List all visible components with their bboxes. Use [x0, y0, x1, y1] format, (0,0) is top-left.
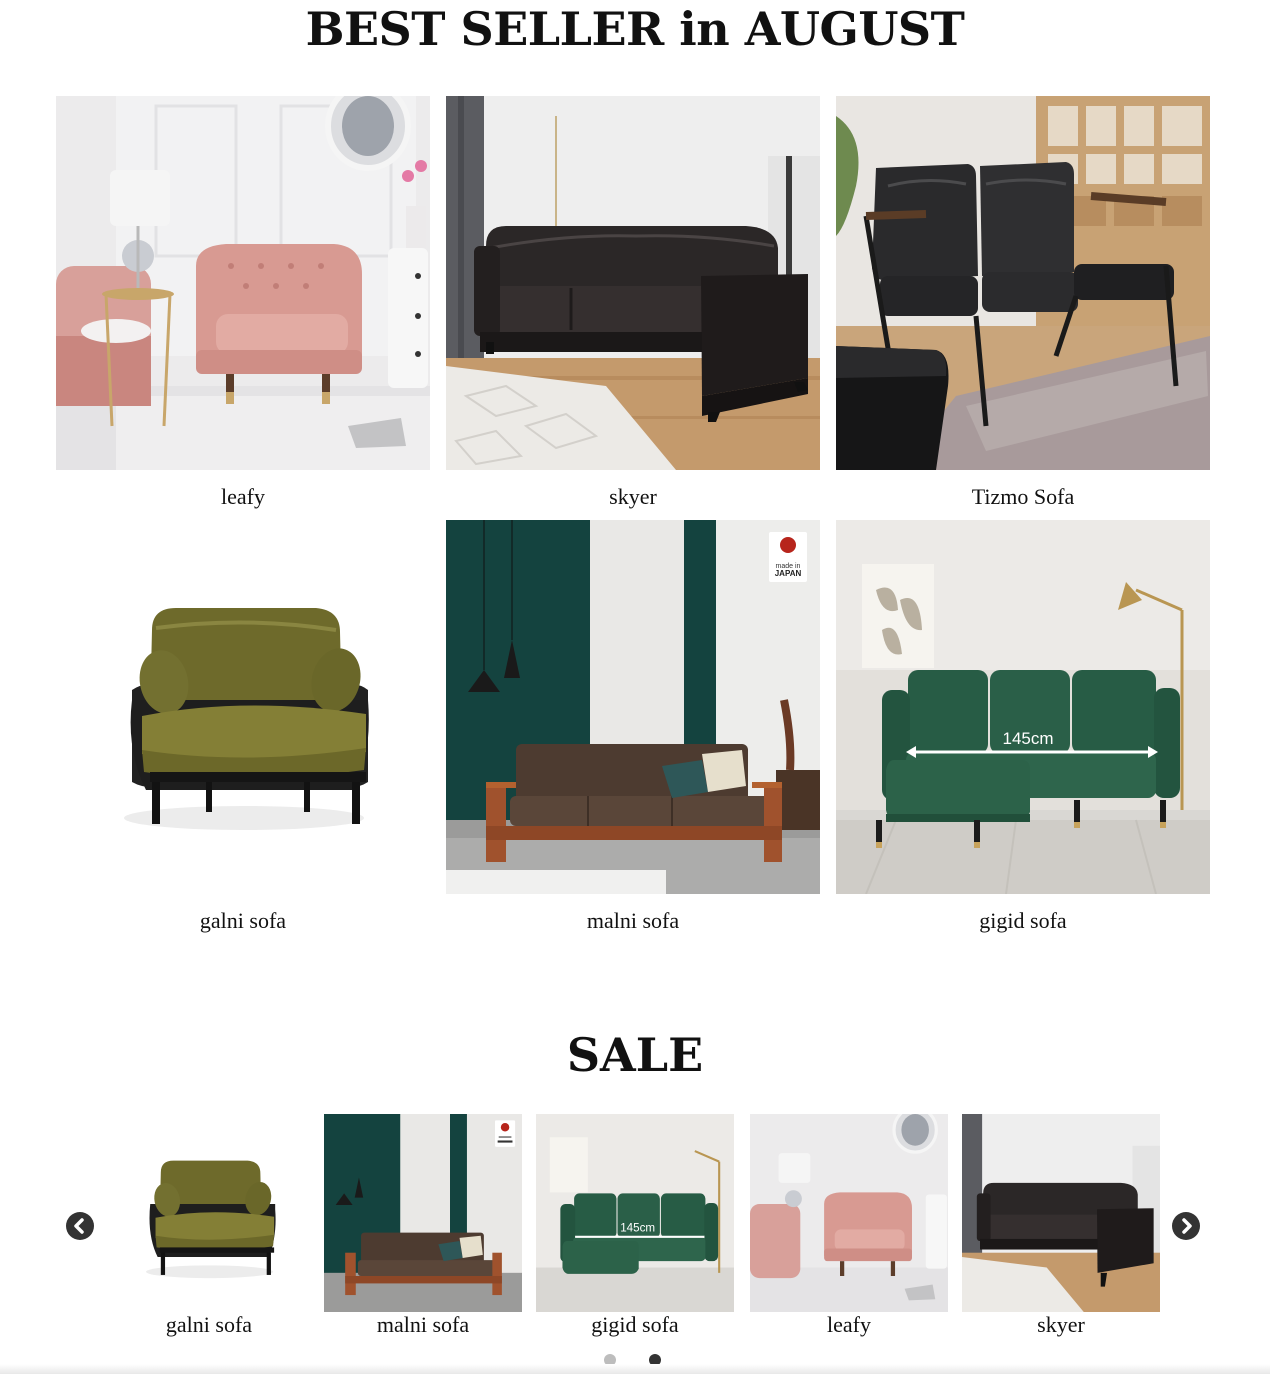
sale-title: SALE [566, 1028, 704, 1082]
product-name[interactable]: Tizmo Sofa [836, 482, 1210, 512]
page-bottom-edge [0, 1364, 1270, 1374]
sale-product-card-skyer[interactable]: skyer [962, 1114, 1160, 1337]
carousel-next-button[interactable] [1172, 1212, 1200, 1240]
made-in-japan-badge-line2: JAPAN [775, 569, 802, 578]
product-image-skyer[interactable] [446, 96, 820, 470]
product-image-galni-sofa[interactable] [56, 520, 430, 894]
sale-product-card-gigid-sofa[interactable]: 145cm gigid sofa [536, 1114, 734, 1337]
product-image-malni-sofa[interactable]: made in JAPAN [446, 520, 820, 894]
sale-product-name[interactable]: malni sofa [314, 1310, 532, 1340]
dimension-label: 145cm [620, 1222, 655, 1235]
sale-product-image-leafy[interactable] [750, 1114, 948, 1312]
product-image-leafy[interactable] [56, 96, 430, 470]
sale-product-name[interactable]: gigid sofa [526, 1310, 744, 1340]
best-seller-title: BEST SELLER in AUGUST [305, 2, 965, 56]
sale-product-card-leafy[interactable]: leafy [750, 1114, 948, 1337]
sale-product-card-galni-sofa[interactable]: galni sofa [110, 1114, 308, 1337]
product-image-tizmo-sofa[interactable] [836, 96, 1210, 470]
product-name[interactable]: leafy [56, 482, 430, 512]
product-name[interactable]: skyer [446, 482, 820, 512]
sale-product-image-malni-sofa[interactable] [324, 1114, 522, 1312]
sale-product-image-gigid-sofa[interactable]: 145cm [536, 1114, 734, 1312]
sale-product-name[interactable]: skyer [952, 1310, 1170, 1340]
product-image-gigid-sofa[interactable]: 145cm [836, 520, 1210, 894]
sale-product-card-malni-sofa[interactable]: malni sofa [324, 1114, 522, 1337]
sale-product-image-galni-sofa[interactable] [110, 1114, 308, 1312]
product-name[interactable]: galni sofa [56, 906, 430, 936]
sale-product-name[interactable]: galni sofa [100, 1310, 318, 1340]
sale-product-name[interactable]: leafy [740, 1310, 958, 1340]
dimension-label: 145cm [1002, 729, 1053, 748]
chevron-left-icon [74, 1218, 84, 1234]
product-name[interactable]: gigid sofa [836, 906, 1210, 936]
sale-product-image-skyer[interactable] [962, 1114, 1160, 1312]
carousel-prev-button[interactable] [66, 1212, 94, 1240]
product-name[interactable]: malni sofa [446, 906, 820, 936]
chevron-right-icon [1182, 1218, 1192, 1234]
